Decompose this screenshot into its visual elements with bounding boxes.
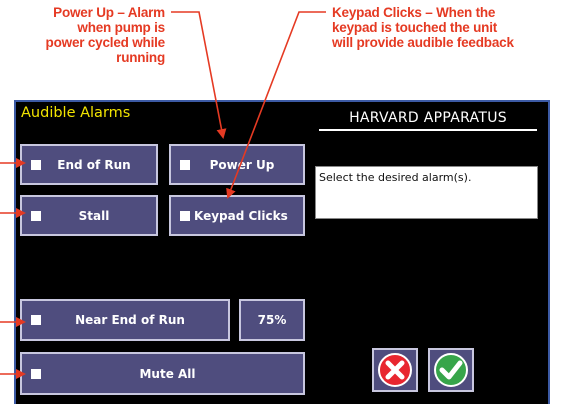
checkbox-icon bbox=[31, 315, 41, 325]
screen-title: Audible Alarms bbox=[21, 105, 131, 121]
callout-text-line: power cycled while bbox=[45, 35, 166, 50]
mute-all-button[interactable]: Mute All bbox=[20, 352, 305, 395]
message-box: Select the desired alarm(s). bbox=[315, 166, 538, 219]
confirm-button[interactable] bbox=[428, 348, 474, 392]
checkmark-icon bbox=[434, 353, 468, 387]
callout-text-line: Keypad Clicks – When the bbox=[332, 5, 496, 20]
cancel-button[interactable] bbox=[372, 348, 418, 392]
cancel-icon bbox=[378, 353, 412, 387]
checkbox-icon bbox=[31, 210, 41, 221]
brand-name: HARVARD APPARATUS bbox=[349, 110, 507, 126]
checkbox-icon bbox=[31, 368, 41, 379]
checkbox-icon bbox=[180, 210, 190, 221]
power-up-button[interactable]: Power Up bbox=[169, 144, 305, 185]
near-end-percent-field[interactable]: 75% bbox=[239, 299, 305, 341]
end-of-run-label: End of Run bbox=[57, 157, 131, 172]
callout-power-up: Power Up – Alarm when pump is power cycl… bbox=[0, 5, 166, 65]
brand-underline bbox=[319, 129, 537, 131]
checkbox-icon bbox=[31, 159, 41, 170]
callout-text-line: Power Up – Alarm bbox=[53, 5, 165, 20]
callout-text-line: keypad is touched the unit bbox=[332, 20, 498, 35]
end-of-run-button[interactable]: End of Run bbox=[20, 144, 158, 185]
callout-text-line: running bbox=[116, 50, 165, 65]
callout-keypad-clicks: Keypad Clicks – When the keypad is touch… bbox=[332, 5, 557, 50]
keypad-clicks-label: Keypad Clicks bbox=[194, 208, 288, 223]
mute-all-label: Mute All bbox=[139, 366, 196, 381]
power-up-label: Power Up bbox=[209, 157, 275, 172]
callout-text-line: will provide audible feedback bbox=[332, 35, 514, 50]
keypad-clicks-button[interactable]: Keypad Clicks bbox=[169, 195, 305, 236]
checkbox-icon bbox=[180, 159, 190, 170]
stall-label: Stall bbox=[78, 208, 110, 223]
near-end-of-run-button[interactable]: Near End of Run bbox=[20, 299, 230, 341]
pump-screen: Audible Alarms HARVARD APPARATUS End of … bbox=[14, 100, 550, 404]
callout-text-line: when pump is bbox=[77, 20, 165, 35]
stall-button[interactable]: Stall bbox=[20, 195, 158, 236]
near-end-of-run-label: Near End of Run bbox=[75, 313, 185, 327]
